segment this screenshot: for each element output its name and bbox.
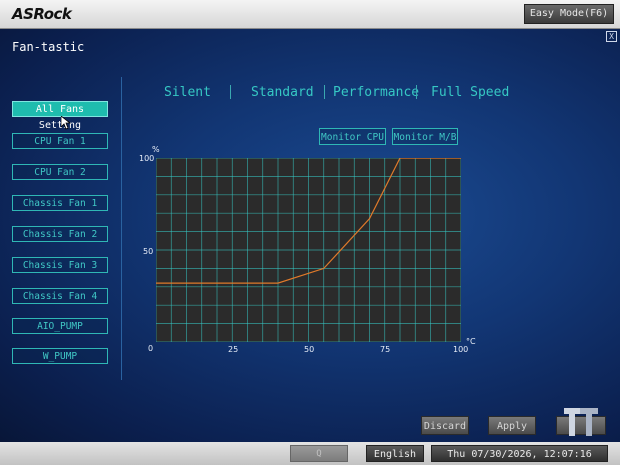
- tt-logo-icon: [564, 408, 598, 436]
- main-panel: Fan-tastic X Silent Standard Performance…: [0, 29, 620, 442]
- mode-standard[interactable]: Standard: [251, 85, 314, 100]
- search-icon: Q: [316, 449, 322, 459]
- datetime-display: Thu 07/30/2026, 12:07:16: [431, 445, 608, 462]
- mode-performance[interactable]: Performance: [333, 85, 419, 100]
- y-tick-label: 50: [143, 247, 154, 256]
- language-button[interactable]: English: [366, 445, 424, 462]
- brand-logo: ASRock: [12, 5, 72, 23]
- fan-cpu-fan-2[interactable]: CPU Fan 2: [12, 164, 108, 180]
- fan-chassis-fan-1[interactable]: Chassis Fan 1: [12, 195, 108, 211]
- top-bar: ASRock Easy Mode(F6): [0, 0, 620, 29]
- sidebar-divider: [121, 77, 122, 380]
- monitor-mb-button[interactable]: Monitor M/B: [392, 128, 458, 145]
- x-tick-label: 100: [453, 345, 469, 354]
- y-tick-label: 100: [139, 154, 155, 163]
- chart-grid: [156, 158, 461, 342]
- apply-button[interactable]: Apply: [488, 416, 536, 435]
- mouse-cursor-icon: [61, 116, 71, 130]
- x-tick-label: 75: [380, 345, 391, 354]
- chart-y-axis-label: %: [152, 145, 160, 154]
- search-button[interactable]: Q: [290, 445, 348, 462]
- mode-separator: [324, 85, 325, 99]
- easy-mode-button[interactable]: Easy Mode(F6): [524, 4, 614, 24]
- fan-chassis-fan-2[interactable]: Chassis Fan 2: [12, 226, 108, 242]
- fan-all-fans-setting[interactable]: All Fans Setting: [12, 101, 108, 131]
- y-tick-label: 0: [148, 344, 154, 353]
- x-tick-label: 50: [304, 345, 315, 354]
- fan-chassis-fan-3[interactable]: Chassis Fan 3: [12, 257, 108, 273]
- mode-silent[interactable]: Silent: [164, 85, 211, 100]
- fan-aio-pump[interactable]: AIO_PUMP: [12, 318, 108, 334]
- fan-curve-chart[interactable]: [156, 158, 461, 342]
- discard-button[interactable]: Discard: [421, 416, 469, 435]
- monitor-cpu-button[interactable]: Monitor CPU: [319, 128, 386, 145]
- bottom-bar: Q English Thu 07/30/2026, 12:07:16: [0, 442, 620, 465]
- fan-cpu-fan-1[interactable]: CPU Fan 1: [12, 133, 108, 149]
- close-button[interactable]: X: [606, 31, 617, 42]
- page-title: Fan-tastic: [12, 40, 85, 54]
- x-tick-label: 25: [228, 345, 239, 354]
- fan-w-pump[interactable]: W_PUMP: [12, 348, 108, 364]
- mode-full-speed[interactable]: Full Speed: [431, 85, 509, 100]
- mode-separator: [230, 85, 231, 99]
- mode-separator: [416, 85, 417, 99]
- fan-chassis-fan-4[interactable]: Chassis Fan 4: [12, 288, 108, 304]
